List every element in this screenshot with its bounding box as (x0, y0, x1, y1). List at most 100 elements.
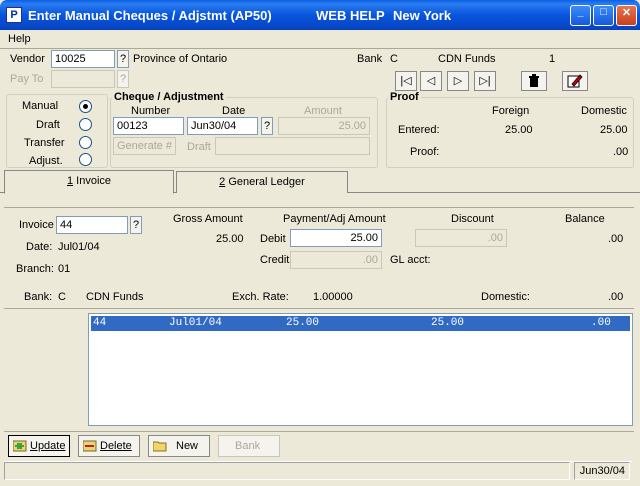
invoice-input[interactable]: 44 (56, 216, 128, 234)
proof-entered-foreign: 25.00 (505, 124, 533, 136)
invoice-lookup-button[interactable]: ? (130, 216, 142, 234)
invoice-list[interactable]: 44 Jul01/04 25.00 25.00 .00 (88, 313, 633, 426)
delete-button[interactable]: Delete (78, 435, 140, 457)
update-icon (13, 440, 27, 452)
vendor-name: Province of Ontario (133, 53, 228, 65)
invoice-bank-label: Bank: (24, 291, 53, 303)
draft-label: Draft (187, 141, 211, 153)
cheque-date-lookup-button[interactable]: ? (261, 117, 273, 135)
row-invoice: 44 (93, 317, 107, 329)
credit-input: .00 (290, 251, 382, 269)
last-record-button[interactable]: ▷| (474, 71, 496, 91)
tab-general-ledger[interactable]: 2 General Ledger (176, 171, 348, 193)
type-adjust-label: Adjust. (29, 155, 63, 167)
gross-amount-label: Gross Amount (173, 213, 243, 225)
prev-record-button[interactable]: ◁ (420, 71, 442, 91)
new-label: New (176, 440, 199, 452)
invoice-label: Invoice (19, 219, 54, 231)
type-manual-label: Manual (22, 100, 59, 112)
row-date: Jul01/04 (169, 317, 222, 329)
bank-button: Bank (218, 435, 280, 457)
proof-entered-domestic: 25.00 (600, 124, 628, 136)
cheque-date-input[interactable]: Jun30/04 (187, 117, 258, 135)
gl-acct-label: GL acct: (390, 254, 431, 266)
tab-invoice-num: 1 (66, 175, 74, 187)
row-payment: 25.00 (431, 317, 465, 329)
type-transfer-radio[interactable] (79, 136, 92, 149)
status-date: Jun30/04 (574, 462, 630, 480)
cheque-number-label: Number (131, 105, 171, 117)
balance-value: .00 (608, 233, 624, 245)
proof-entered-label: Entered: (398, 124, 440, 136)
delete-icon (83, 440, 97, 452)
vendor-label: Vendor (10, 53, 45, 65)
next-record-button[interactable]: ▷ (447, 71, 469, 91)
trash-icon[interactable] (521, 71, 547, 91)
type-manual-radio[interactable] (79, 100, 92, 113)
tab-invoice-label: Invoice (76, 175, 112, 187)
invoice-bank-name: CDN Funds (86, 291, 144, 303)
vendor-lookup-button[interactable]: ? (117, 50, 129, 68)
row-gross: 25.00 (286, 317, 320, 329)
invoice-bank-code: C (58, 291, 66, 303)
invoice-branch-value: 01 (58, 263, 71, 275)
proof-group-title: Proof (388, 91, 421, 103)
update-button[interactable]: Update (8, 435, 70, 457)
tab-gl-label: General Ledger (228, 176, 305, 188)
payto-lookup-button: ? (117, 70, 129, 88)
cheque-amount-label: Amount (304, 105, 342, 117)
invoice-divider (4, 207, 634, 208)
type-adjust-radio[interactable] (79, 153, 92, 166)
new-button[interactable]: New (148, 435, 210, 457)
discount-input: .00 (415, 229, 507, 247)
proof-proof-domestic: .00 (613, 146, 629, 158)
invoice-branch-label: Branch: (16, 263, 54, 275)
status-pane (4, 462, 570, 480)
payment-amount-label: Payment/Adj Amount (283, 213, 386, 225)
maximize-button[interactable]: □ (593, 5, 614, 26)
cheque-group-title: Cheque / Adjustment (112, 91, 226, 103)
type-draft-radio[interactable] (79, 118, 92, 131)
update-label: Update (30, 440, 66, 452)
balance-label: Balance (565, 213, 605, 225)
app-icon: P (6, 7, 22, 23)
first-record-button[interactable]: |◁ (395, 71, 417, 91)
credit-label: Credit (260, 254, 290, 266)
bank-code: C (390, 53, 398, 65)
type-draft-label: Draft (36, 119, 60, 131)
bank-number: 1 (549, 53, 556, 65)
debit-label: Debit (260, 233, 286, 245)
proof-proof-label: Proof: (410, 146, 440, 158)
title-city: New York (393, 8, 452, 23)
delete-label: Delete (100, 440, 132, 452)
edit-icon[interactable] (562, 71, 588, 91)
cheque-number-input[interactable]: 00123 (113, 117, 184, 135)
gross-amount-value: 25.00 (216, 233, 244, 245)
discount-label: Discount (451, 213, 494, 225)
debit-input[interactable]: 25.00 (290, 229, 382, 247)
tab-invoice[interactable]: 1 Invoice (4, 170, 174, 194)
folder-icon (153, 441, 167, 452)
tab-gl-num: 2 (219, 176, 226, 188)
bank-label: Bank (357, 53, 383, 65)
cheque-amount-input: 25.00 (278, 117, 370, 135)
payto-input (51, 70, 115, 88)
exch-rate-label: Exch. Rate: (232, 291, 289, 303)
bank-name: CDN Funds (438, 53, 496, 65)
row-balance: .00 (591, 317, 611, 329)
type-transfer-label: Transfer (24, 137, 65, 149)
exch-rate-value: 1.00000 (313, 291, 353, 303)
close-button[interactable]: ✕ (616, 5, 637, 26)
invoice-date-label: Date: (26, 241, 53, 253)
menu-help[interactable]: Help (8, 33, 31, 45)
minimize-button[interactable]: _ (570, 5, 591, 26)
generate-number-button: Generate # (113, 137, 176, 155)
proof-domestic-label: Domestic (581, 105, 627, 117)
proof-foreign-label: Foreign (492, 105, 530, 117)
window-title: Enter Manual Cheques / Adjstmt (AP50) (28, 8, 272, 23)
list-row[interactable]: 44 Jul01/04 25.00 25.00 .00 (91, 316, 630, 331)
list-divider (4, 308, 634, 309)
invoice-domestic-label: Domestic: (481, 291, 530, 303)
invoice-domestic-value: .00 (608, 291, 624, 303)
vendor-input[interactable]: 10025 (51, 50, 115, 68)
